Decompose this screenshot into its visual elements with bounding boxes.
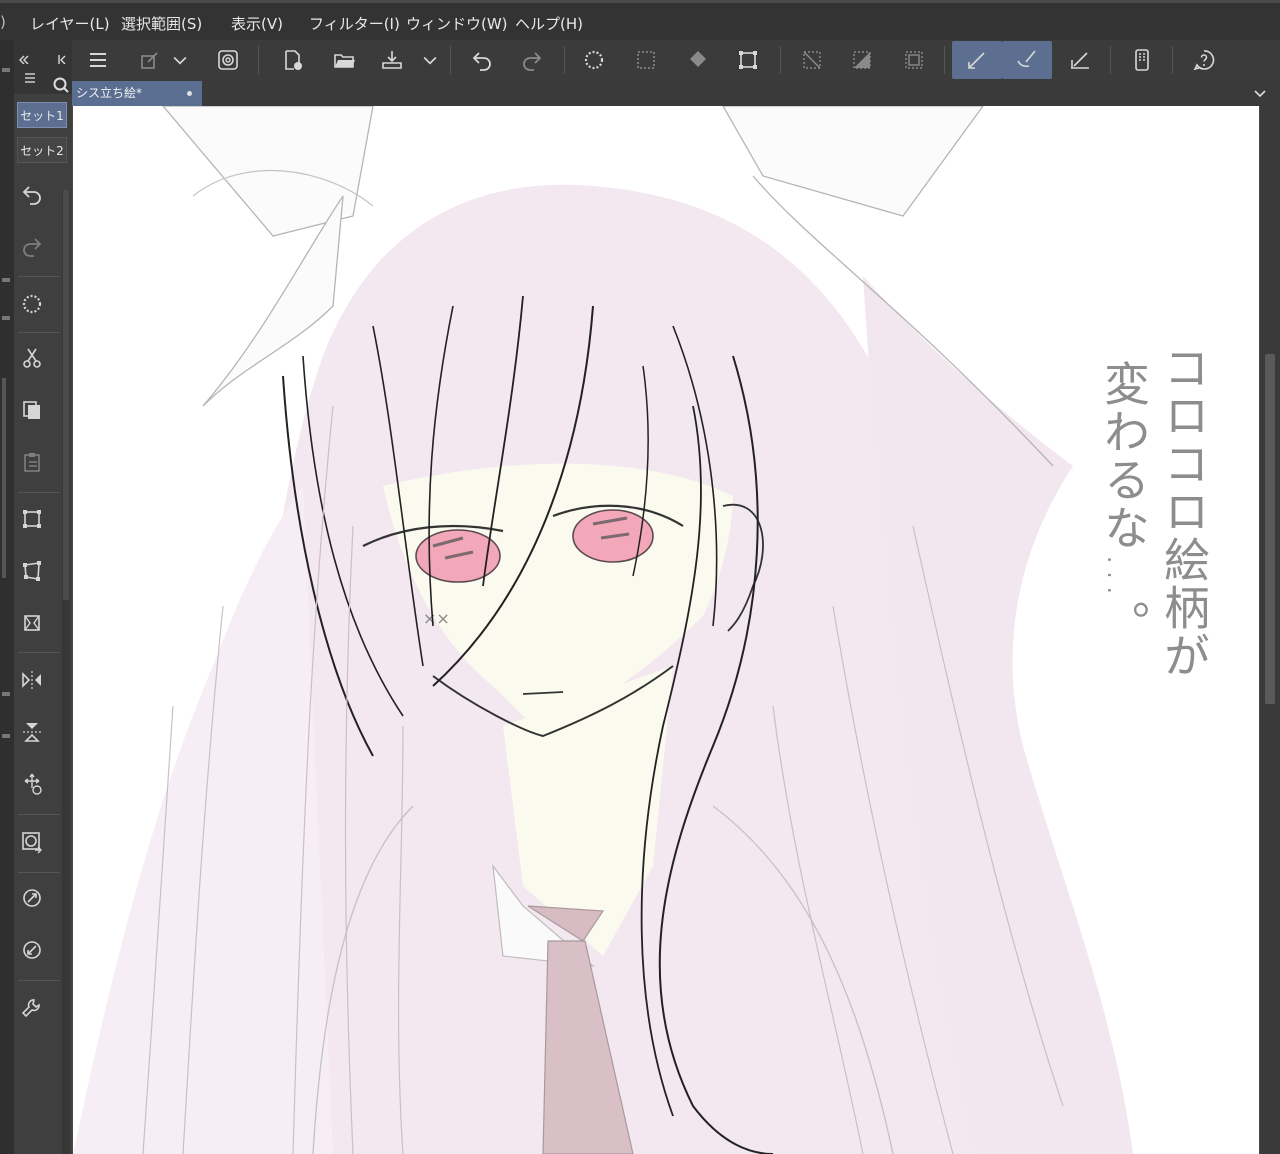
canvas-vertical-scrollbar[interactable] (1260, 106, 1280, 1154)
redo-icon[interactable] (18, 232, 46, 260)
scale-icon[interactable] (18, 505, 46, 533)
spiral-icon[interactable] (210, 42, 246, 78)
perspective-icon[interactable] (18, 609, 46, 637)
drawing-canvas[interactable]: ×× コロコロ絵柄が 変わるな…。 (73, 106, 1259, 1154)
command-bar (72, 40, 1280, 81)
panel-separator (18, 814, 60, 815)
canvas-scroll-thumb[interactable] (1265, 354, 1275, 704)
toolbar-separator (258, 46, 259, 74)
menu-selection[interactable]: 選択範囲(S) (121, 13, 202, 34)
new-document-icon[interactable] (274, 42, 310, 78)
dock-marker (2, 316, 10, 320)
menu-help[interactable]: ヘルプ(H) (515, 13, 583, 34)
search-icon[interactable] (52, 76, 70, 94)
select-all-icon[interactable] (18, 290, 46, 318)
clear-icon[interactable] (794, 42, 830, 78)
free-transform-icon[interactable] (18, 557, 46, 585)
dock-scroll[interactable] (2, 378, 6, 578)
chevron-down-icon[interactable] (420, 42, 440, 78)
panel-separator (18, 492, 60, 493)
dock-marker (2, 692, 10, 696)
ruler-icon[interactable] (1062, 42, 1098, 78)
toolbar-separator (944, 46, 945, 74)
redo-icon[interactable] (514, 42, 550, 78)
copy-icon[interactable] (18, 396, 46, 424)
close-tab-dot-icon[interactable] (187, 91, 192, 96)
chevron-down-icon[interactable] (170, 42, 190, 78)
toolbar-separator (780, 46, 781, 74)
panel-separator (18, 652, 60, 653)
menu-fragment: ) (0, 13, 6, 31)
undo-icon[interactable] (18, 180, 46, 208)
dock-marker (2, 278, 10, 282)
set-1-button[interactable]: セット1 (17, 102, 67, 128)
handwritten-note-left: 変わるな…。 (1097, 360, 1151, 648)
move-rotate-icon[interactable] (18, 770, 46, 798)
cut-icon[interactable] (18, 344, 46, 372)
menu-bar: ) レイヤー(L) 選択範囲(S) 表示(V) フィルター(I) ウィンドウ(W… (0, 0, 1280, 40)
flip-horizontal-icon[interactable] (18, 666, 46, 694)
eraser-icon[interactable] (132, 42, 168, 78)
pen-pressure-icon[interactable] (952, 41, 1002, 79)
svg-text:××: ×× (423, 609, 450, 628)
document-tab[interactable]: シス立ち絵* (72, 81, 202, 106)
wrench-icon[interactable] (18, 994, 46, 1022)
panel-scrollbar[interactable] (62, 190, 70, 1154)
transform-icon[interactable] (730, 42, 766, 78)
dock-marker (2, 68, 10, 72)
undo-icon[interactable] (464, 42, 500, 78)
dock-edge (0, 40, 14, 1154)
paste-icon[interactable] (18, 448, 46, 476)
select-all-icon[interactable] (576, 42, 612, 78)
set-2-button[interactable]: セット2 (17, 137, 67, 163)
panel-scroll-thumb[interactable] (63, 190, 69, 600)
dock-marker (2, 734, 10, 738)
deselect-icon[interactable] (628, 42, 664, 78)
invert-selection-icon[interactable] (844, 42, 880, 78)
toolbar-separator (1110, 46, 1111, 74)
menu-layer[interactable]: レイヤー(L) (30, 13, 110, 34)
toolbar-separator (564, 46, 565, 74)
menu-window[interactable]: ウィンドウ(W) (406, 13, 508, 34)
help-icon[interactable] (1186, 42, 1222, 78)
menu-filter[interactable]: フィルター(I) (309, 13, 400, 34)
rotate-left-icon[interactable] (18, 884, 46, 912)
menu-view[interactable]: 表示(V) (231, 13, 283, 34)
document-tab-title: シス立ち絵* (76, 86, 143, 100)
frame-icon[interactable] (896, 42, 932, 78)
command-panel-header (14, 64, 72, 94)
panel-menu-icon[interactable] (22, 70, 38, 86)
character-sketch: ×× (73, 106, 1133, 1154)
panel-separator (18, 872, 60, 873)
save-icon[interactable] (374, 42, 410, 78)
fill-icon[interactable] (680, 42, 716, 78)
flip-vertical-icon[interactable] (18, 718, 46, 746)
document-tab-bar: シス立ち絵* (72, 80, 1280, 106)
brush-icon[interactable] (1002, 41, 1052, 79)
toolbar-separator (450, 46, 451, 74)
panel-separator (18, 332, 60, 333)
open-folder-icon[interactable] (326, 42, 362, 78)
toolbar-separator (1172, 46, 1173, 74)
panel-separator (18, 276, 60, 277)
rotate-right-icon[interactable] (18, 936, 46, 964)
layer-transform-icon[interactable] (18, 828, 46, 856)
smartphone-icon[interactable] (1124, 42, 1160, 78)
chevron-down-icon[interactable] (1252, 85, 1268, 101)
handwritten-note-right: コロコロ絵柄が (1157, 344, 1211, 680)
panel-separator (18, 980, 60, 981)
menu-icon[interactable] (80, 42, 116, 78)
